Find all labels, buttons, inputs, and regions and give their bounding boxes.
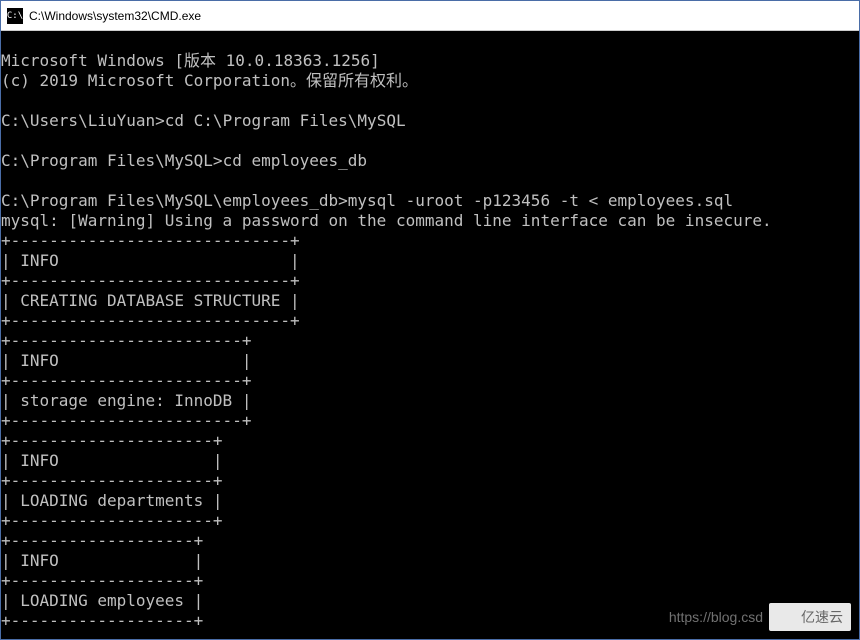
mysql-warning: mysql: [Warning] Using a password on the… bbox=[1, 211, 772, 230]
table-border: +-----------------------------+ bbox=[1, 271, 300, 290]
titlebar[interactable]: C:\ C:\Windows\system32\CMD.exe bbox=[1, 1, 859, 31]
prompt-line-1: C:\Users\LiuYuan>cd C:\Program Files\MyS… bbox=[1, 111, 406, 130]
prompt-command: cd C:\Program Files\MySQL bbox=[165, 111, 406, 130]
table-header: | INFO | bbox=[1, 251, 300, 270]
table-border: +---------------------+ bbox=[1, 471, 223, 490]
table-row: | LOADING employees | bbox=[1, 591, 203, 610]
watermark-url: https://blog.csd bbox=[669, 607, 763, 627]
prompt-line-2: C:\Program Files\MySQL>cd employees_db bbox=[1, 151, 367, 170]
watermark: https://blog.csd 亿速云 bbox=[669, 603, 851, 631]
table-row: | LOADING departments | bbox=[1, 491, 223, 510]
table-row: | CREATING DATABASE STRUCTURE | bbox=[1, 291, 300, 310]
prompt-command: mysql -uroot -p123456 -t < employees.sql bbox=[348, 191, 733, 210]
prompt-command: cd employees_db bbox=[223, 151, 368, 170]
table-header: | INFO | bbox=[1, 451, 223, 470]
table-border: +-----------------------------+ bbox=[1, 231, 300, 250]
terminal-area[interactable]: Microsoft Windows [版本 10.0.18363.1256] (… bbox=[1, 31, 859, 639]
table-border: +-------------------+ bbox=[1, 611, 203, 630]
prompt-line-3: C:\Program Files\MySQL\employees_db>mysq… bbox=[1, 191, 733, 210]
prompt-path: C:\Program Files\MySQL\employees_db> bbox=[1, 191, 348, 210]
table-header: | INFO | bbox=[1, 351, 251, 370]
table-row: | storage engine: InnoDB | bbox=[1, 391, 251, 410]
watermark-text: 亿速云 bbox=[801, 607, 843, 627]
table-border: +---------------------+ bbox=[1, 431, 223, 450]
window-title: C:\Windows\system32\CMD.exe bbox=[29, 9, 201, 23]
table-border: +---------------------+ bbox=[1, 511, 223, 530]
table-border: +-------------------+ bbox=[1, 531, 203, 550]
copyright-line: (c) 2019 Microsoft Corporation。保留所有权利。 bbox=[1, 71, 418, 90]
cloud-icon bbox=[777, 610, 797, 624]
table-border: +------------------------+ bbox=[1, 371, 251, 390]
table-border: +-----------------------------+ bbox=[1, 311, 300, 330]
prompt-path: C:\Program Files\MySQL> bbox=[1, 151, 223, 170]
prompt-path: C:\Users\LiuYuan> bbox=[1, 111, 165, 130]
table-border: +------------------------+ bbox=[1, 331, 251, 350]
table-header: | INFO | bbox=[1, 551, 203, 570]
os-version-line: Microsoft Windows [版本 10.0.18363.1256] bbox=[1, 51, 380, 70]
cmd-icon: C:\ bbox=[7, 8, 23, 24]
cmd-window: C:\ C:\Windows\system32\CMD.exe Microsof… bbox=[0, 0, 860, 640]
watermark-badge: 亿速云 bbox=[769, 603, 851, 631]
cmd-icon-label: C:\ bbox=[7, 11, 23, 21]
table-border: +-------------------+ bbox=[1, 571, 203, 590]
table-border: +------------------------+ bbox=[1, 411, 251, 430]
